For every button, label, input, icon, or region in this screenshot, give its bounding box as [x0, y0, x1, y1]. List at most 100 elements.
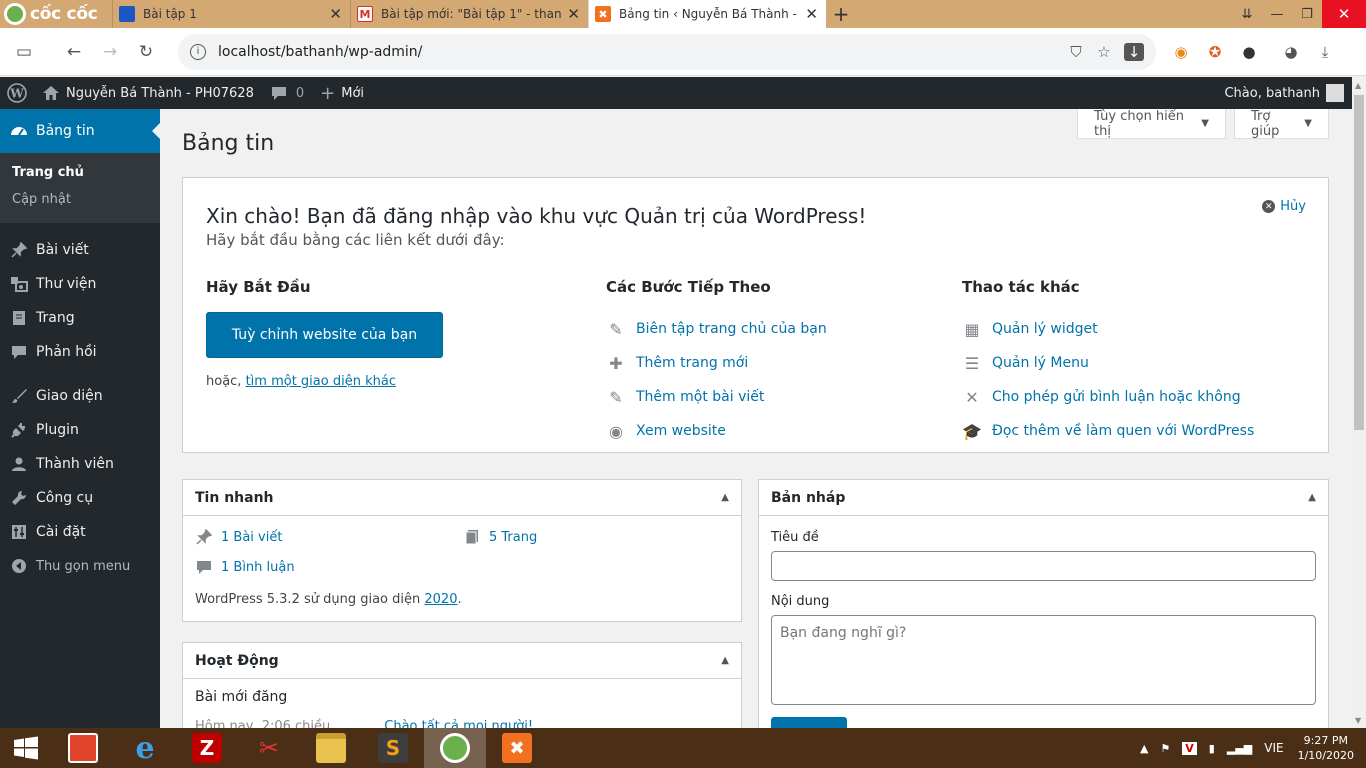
draft-content-textarea[interactable]: Bạn đang nghĩ gì?: [771, 615, 1316, 705]
url-text[interactable]: localhost/bathanh/wp-admin/: [218, 44, 1062, 60]
posts-count-link[interactable]: 1 Bài viết: [195, 528, 282, 546]
maximize-icon[interactable]: ❐: [1292, 0, 1322, 28]
new-content-link[interactable]: + Mới: [312, 77, 372, 109]
tray-overflow-icon[interactable]: ▲: [1140, 742, 1148, 755]
action-flag-icon[interactable]: ⚑: [1160, 742, 1170, 755]
manage-widgets-link[interactable]: ▦ Quản lý widget: [962, 312, 1254, 346]
edit-front-page-link[interactable]: ✎ Biên tập trang chủ của bạn: [606, 312, 826, 346]
wordpress-logo-icon[interactable]: W: [0, 77, 34, 109]
coccoc-logo[interactable]: cốc cốc: [0, 0, 112, 28]
sidebar-item-appearance[interactable]: Giao diện: [0, 379, 160, 413]
activity-post-link[interactable]: Chào tất cả mọi người!: [384, 719, 533, 728]
sidebar-item-posts[interactable]: Bài viết: [0, 233, 160, 267]
submenu-home[interactable]: Trang chủ: [0, 159, 160, 186]
sidebar-item-settings[interactable]: Cài đặt: [0, 515, 160, 549]
tab-list-icon[interactable]: ⇊: [1232, 0, 1262, 28]
scroll-thumb[interactable]: [1354, 95, 1364, 430]
posts-count: 1 Bài viết: [221, 529, 283, 545]
draft-title-input[interactable]: [771, 551, 1316, 581]
widget-header[interactable]: Bản nháp ▲: [759, 480, 1328, 516]
pages-count-link[interactable]: 5 Trang: [463, 528, 537, 546]
sidebar-item-media[interactable]: Thư viện: [0, 267, 160, 301]
sidebar-item-tools[interactable]: Công cụ: [0, 481, 160, 515]
profile-icon[interactable]: ◕: [1274, 43, 1308, 61]
language-indicator[interactable]: VIE: [1264, 741, 1283, 755]
page-scrollbar[interactable]: ▲ ▼: [1352, 77, 1366, 728]
sidebar-item-dashboard[interactable]: Bảng tin: [0, 109, 160, 153]
contact-favicon-icon: [119, 6, 135, 22]
new-tab-button[interactable]: +: [826, 0, 856, 28]
close-tab-icon[interactable]: ✕: [805, 5, 818, 23]
link-label: Cho phép gửi bình luận hoặc không: [992, 389, 1241, 405]
sidebar-item-comments[interactable]: Phản hồi: [0, 335, 160, 369]
toggle-panel-icon[interactable]: ▲: [1308, 492, 1316, 503]
dismiss-welcome-link[interactable]: ✕ Hủy: [1262, 199, 1306, 214]
download-video-icon[interactable]: ↓: [1124, 42, 1144, 61]
address-bar[interactable]: i localhost/bathanh/wp-admin/ ⛉ ☆ ↓: [178, 33, 1156, 70]
reload-icon[interactable]: ↻: [128, 34, 164, 70]
view-site-link[interactable]: ◉ Xem website: [606, 414, 827, 448]
sidebar-item-pages[interactable]: Trang: [0, 301, 160, 335]
taskbar-app-xampp[interactable]: ✖: [486, 728, 548, 768]
welcome-title: Xin chào! Bạn đã đăng nhập vào khu vực Q…: [206, 204, 867, 228]
pages-icon: [463, 528, 481, 546]
collapse-menu-button[interactable]: Thu gọn menu: [0, 549, 160, 583]
taskbar-app-power[interactable]: [52, 728, 114, 768]
site-name-link[interactable]: Nguyễn Bá Thành - PH07628: [34, 77, 262, 109]
extension-coccoc-icon[interactable]: ◉: [1164, 43, 1198, 61]
taskbar-app-coccoc[interactable]: [424, 728, 486, 768]
close-window-icon[interactable]: ✕: [1322, 0, 1366, 28]
browser-tab-3[interactable]: ✖ Bảng tin ‹ Nguyễn Bá Thành - PH07628 ✕: [588, 0, 826, 28]
browser-tab-2[interactable]: M Bài tập mới: "Bài tập 1" - thanhnb ✕: [350, 0, 588, 28]
widget-header[interactable]: Tin nhanh ▲: [183, 480, 741, 516]
comments-link[interactable]: 0: [262, 77, 312, 109]
battery-icon[interactable]: ▮: [1209, 742, 1215, 755]
change-theme-link[interactable]: tìm một giao diện khác: [246, 374, 396, 389]
taskbar-app-sublime[interactable]: S: [362, 728, 424, 768]
extension-ninja-icon[interactable]: ●: [1232, 43, 1266, 61]
site-info-icon[interactable]: i: [190, 43, 206, 60]
unikey-icon[interactable]: V: [1182, 741, 1197, 755]
sidebar-item-plugins[interactable]: Plugin: [0, 413, 160, 447]
browser-tab-1[interactable]: Bài tập 1 ✕: [112, 0, 350, 28]
screen-options-button[interactable]: Tùy chọn hiển thị ▼: [1077, 109, 1226, 139]
learn-more-link[interactable]: 🎓 Đọc thêm về làm quen với WordPress: [962, 414, 1254, 448]
theme-link[interactable]: 2020: [424, 592, 457, 607]
scroll-down-icon[interactable]: ▼: [1355, 716, 1361, 725]
close-tab-icon[interactable]: ✕: [567, 5, 580, 23]
write-post-link[interactable]: ✎ Thêm một bài viết: [606, 380, 827, 414]
toggle-comments-link[interactable]: ✕ Cho phép gửi bình luận hoặc không: [962, 380, 1254, 414]
help-button[interactable]: Trợ giúp ▼: [1234, 109, 1329, 139]
minimize-icon[interactable]: —: [1262, 0, 1292, 28]
manage-menus-link[interactable]: ☰ Quản lý Menu: [962, 346, 1254, 380]
customize-site-button[interactable]: Tuỳ chỉnh website của bạn: [206, 312, 443, 358]
shield-icon[interactable]: ⛉: [1062, 43, 1090, 61]
downloads-icon[interactable]: ⤓: [1308, 43, 1342, 61]
taskbar-app-snipping[interactable]: ✂: [238, 728, 300, 768]
save-draft-button[interactable]: [771, 717, 847, 728]
submenu-updates[interactable]: Cập nhật: [0, 186, 160, 213]
network-signal-icon[interactable]: ▂▄▆: [1227, 742, 1252, 755]
taskbar-app-ie[interactable]: e: [114, 728, 176, 768]
sidebar-item-users[interactable]: Thành viên: [0, 447, 160, 481]
add-page-link[interactable]: ✚ Thêm trang mới: [606, 346, 827, 380]
bookmark-star-icon[interactable]: ☆: [1090, 43, 1118, 61]
taskbar-app-explorer[interactable]: [300, 728, 362, 768]
extension-fox-icon[interactable]: ✪: [1198, 43, 1232, 61]
close-tab-icon[interactable]: ✕: [329, 5, 342, 23]
forward-icon[interactable]: →: [92, 34, 128, 70]
comments-count-link[interactable]: 1 Bình luận: [195, 558, 295, 576]
coccoc-browser-icon: [440, 733, 470, 763]
back-icon[interactable]: ←: [56, 34, 92, 70]
scroll-up-icon[interactable]: ▲: [1355, 81, 1361, 90]
sidebar-toggle-icon[interactable]: ▭: [6, 34, 42, 70]
toggle-panel-icon[interactable]: ▲: [721, 655, 729, 666]
taskbar-clock[interactable]: 9:27 PM 1/10/2020: [1298, 733, 1354, 763]
page-title: Bảng tin: [182, 131, 275, 156]
taskbar-app-filezilla[interactable]: Z: [176, 728, 238, 768]
widget-header[interactable]: Hoạt Động ▲: [183, 643, 741, 679]
link-label: Thêm một bài viết: [636, 389, 765, 405]
my-account-link[interactable]: Chào, bathanh: [1224, 84, 1352, 102]
toggle-panel-icon[interactable]: ▲: [721, 492, 729, 503]
start-button[interactable]: [0, 728, 52, 768]
